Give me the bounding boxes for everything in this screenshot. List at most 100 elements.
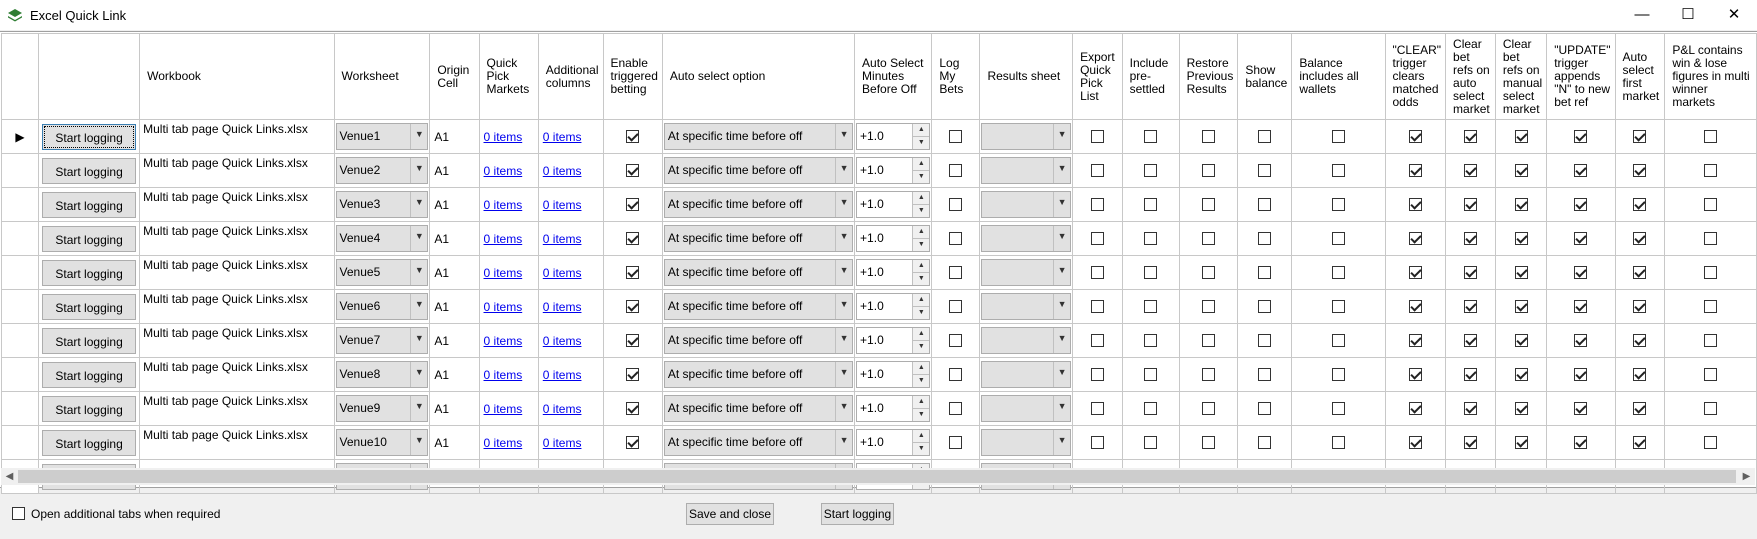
autofirst-checkbox[interactable] (1633, 198, 1647, 211)
worksheet-dropdown[interactable]: Venue6 ▼ (335, 293, 429, 320)
worksheet-dropdown[interactable]: Venue10 ▼ (335, 429, 429, 456)
clearauto-checkbox[interactable] (1463, 198, 1477, 211)
start-logging-button[interactable]: Start logging (42, 429, 137, 456)
column-header[interactable]: Show balance (1237, 33, 1293, 120)
clearmanual-checkbox[interactable] (1514, 368, 1528, 381)
column-header[interactable]: Workbook (139, 33, 335, 120)
minutes-stepper[interactable]: +1.0 ▲ ▼ (856, 157, 931, 184)
clear-checkbox[interactable] (1408, 334, 1422, 347)
worksheet-dropdown[interactable]: Venue3 ▼ (335, 191, 429, 218)
update-checkbox[interactable] (1574, 266, 1588, 279)
export-checkbox[interactable] (1090, 334, 1104, 347)
worksheet-dropdown[interactable]: Venue9 ▼ (335, 395, 429, 422)
auto-select-option-dropdown[interactable]: At specific time before off ▼ (663, 259, 854, 286)
column-header[interactable]: "UPDATE" trigger appends "N" to new bet … (1546, 33, 1616, 120)
auto-select-option-dropdown[interactable]: At specific time before off ▼ (663, 293, 854, 320)
balance-checkbox[interactable] (1258, 164, 1272, 177)
pl-checkbox[interactable] (1704, 164, 1718, 177)
auto-select-option-dropdown[interactable]: At specific time before off ▼ (663, 225, 854, 252)
row-header[interactable] (0, 357, 40, 392)
results-sheet-dropdown[interactable]: ▼ (981, 123, 1072, 150)
column-header[interactable]: Results sheet (979, 33, 1074, 120)
clearauto-checkbox[interactable] (1463, 130, 1477, 143)
autofirst-checkbox[interactable] (1633, 266, 1647, 279)
log-my-bets-checkbox[interactable] (949, 198, 963, 211)
chevron-down-icon[interactable]: ▼ (835, 362, 853, 387)
update-checkbox[interactable] (1574, 436, 1588, 449)
column-header[interactable]: "CLEAR" trigger clears matched odds (1384, 33, 1447, 120)
allwallets-checkbox[interactable] (1331, 300, 1345, 313)
chevron-down-icon[interactable]: ▼ (410, 294, 428, 319)
quick-pick-markets-link[interactable]: 0 items (480, 198, 523, 212)
spin-up-icon[interactable]: ▲ (912, 260, 930, 273)
clearmanual-checkbox[interactable] (1514, 300, 1528, 313)
presettled-checkbox[interactable] (1144, 130, 1158, 143)
close-button[interactable]: ✕ (1711, 0, 1757, 30)
horizontal-scrollbar[interactable]: ◀ ▶ (1, 468, 1755, 485)
chevron-down-icon[interactable]: ▼ (835, 158, 853, 183)
start-logging-button[interactable]: Start logging (42, 191, 137, 218)
spin-down-icon[interactable]: ▼ (912, 307, 930, 319)
clearauto-checkbox[interactable] (1463, 368, 1477, 381)
presettled-checkbox[interactable] (1144, 164, 1158, 177)
worksheet-dropdown[interactable]: Venue1 ▼ (335, 123, 429, 150)
spin-down-icon[interactable]: ▼ (912, 273, 930, 285)
column-header[interactable]: Origin Cell (429, 33, 480, 120)
pl-checkbox[interactable] (1704, 334, 1718, 347)
autofirst-checkbox[interactable] (1633, 402, 1647, 415)
additional-columns-link[interactable]: 0 items (539, 300, 582, 314)
auto-select-option-dropdown[interactable]: At specific time before off ▼ (663, 157, 854, 184)
export-checkbox[interactable] (1090, 300, 1104, 313)
allwallets-checkbox[interactable] (1331, 402, 1345, 415)
balance-checkbox[interactable] (1258, 368, 1272, 381)
worksheet-dropdown[interactable]: Venue2 ▼ (335, 157, 429, 184)
enable-triggered-betting-checkbox[interactable] (626, 300, 640, 313)
results-sheet-dropdown[interactable]: ▼ (981, 191, 1072, 218)
chevron-down-icon[interactable]: ▼ (1053, 362, 1071, 387)
additional-columns-link[interactable]: 0 items (539, 266, 582, 280)
log-my-bets-checkbox[interactable] (949, 334, 963, 347)
export-checkbox[interactable] (1090, 232, 1104, 245)
chevron-down-icon[interactable]: ▼ (1053, 158, 1071, 183)
clear-checkbox[interactable] (1408, 266, 1422, 279)
chevron-down-icon[interactable]: ▼ (410, 430, 428, 455)
clearauto-checkbox[interactable] (1463, 436, 1477, 449)
start-logging-button[interactable]: Start logging (42, 259, 137, 286)
quick-pick-markets-link[interactable]: 0 items (480, 368, 523, 382)
export-checkbox[interactable] (1090, 198, 1104, 211)
minutes-stepper[interactable]: +1.0 ▲ ▼ (856, 123, 931, 150)
additional-columns-link[interactable]: 0 items (539, 198, 582, 212)
chevron-down-icon[interactable]: ▼ (410, 226, 428, 251)
clearmanual-checkbox[interactable] (1514, 232, 1528, 245)
row-header[interactable] (0, 323, 40, 358)
log-my-bets-checkbox[interactable] (949, 164, 963, 177)
minutes-stepper[interactable]: +1.0 ▲ ▼ (856, 327, 931, 354)
export-checkbox[interactable] (1090, 368, 1104, 381)
quick-pick-markets-link[interactable]: 0 items (480, 164, 523, 178)
clearauto-checkbox[interactable] (1463, 266, 1477, 279)
quick-pick-markets-link[interactable]: 0 items (480, 402, 523, 416)
clearmanual-checkbox[interactable] (1514, 266, 1528, 279)
presettled-checkbox[interactable] (1144, 232, 1158, 245)
restore-checkbox[interactable] (1201, 402, 1215, 415)
enable-triggered-betting-checkbox[interactable] (626, 198, 640, 211)
row-header[interactable] (0, 425, 40, 460)
worksheet-dropdown[interactable]: Venue5 ▼ (335, 259, 429, 286)
balance-checkbox[interactable] (1258, 266, 1272, 279)
pl-checkbox[interactable] (1704, 436, 1718, 449)
export-checkbox[interactable] (1090, 266, 1104, 279)
balance-checkbox[interactable] (1258, 130, 1272, 143)
footer-start-logging-button[interactable]: Start logging (821, 503, 894, 525)
enable-triggered-betting-checkbox[interactable] (626, 130, 640, 143)
column-header[interactable]: Clear bet refs on auto select market (1445, 33, 1496, 120)
save-and-close-button[interactable]: Save and close (686, 503, 774, 525)
minutes-stepper[interactable]: +1.0 ▲ ▼ (856, 395, 931, 422)
spin-up-icon[interactable]: ▲ (912, 226, 930, 239)
column-header[interactable]: Additional columns (537, 33, 604, 120)
restore-checkbox[interactable] (1201, 300, 1215, 313)
pl-checkbox[interactable] (1704, 402, 1718, 415)
clearmanual-checkbox[interactable] (1514, 130, 1528, 143)
clearauto-checkbox[interactable] (1463, 402, 1477, 415)
row-header[interactable] (0, 221, 40, 256)
presettled-checkbox[interactable] (1144, 334, 1158, 347)
